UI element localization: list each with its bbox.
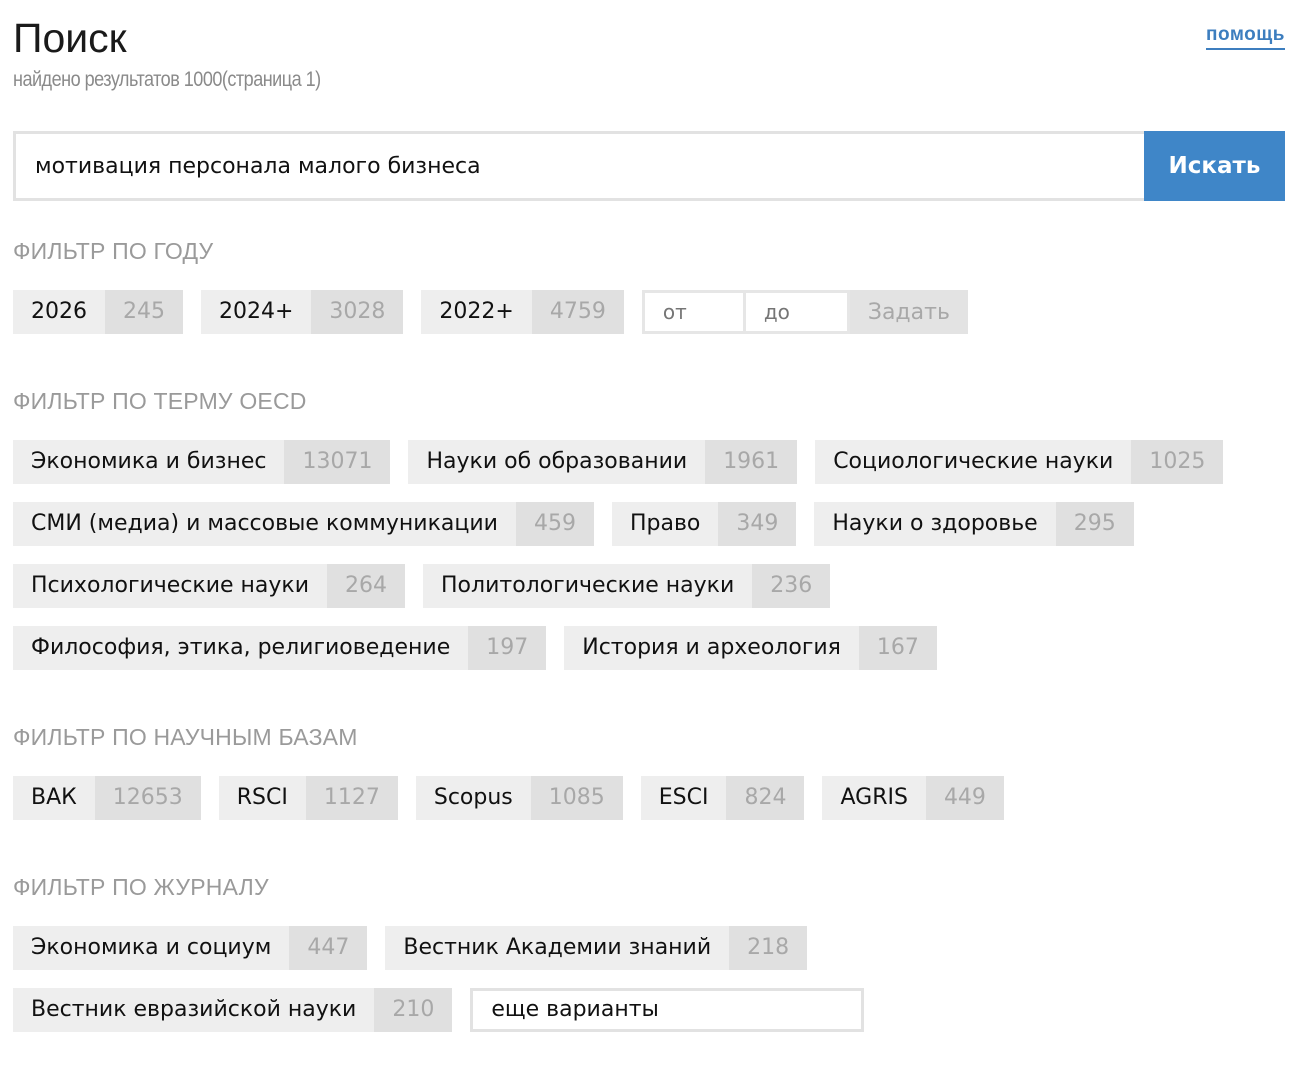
chip-count: 218 xyxy=(729,926,808,970)
search-input[interactable] xyxy=(13,131,1144,201)
chip-count: 3028 xyxy=(311,290,404,334)
journal-chip-academy-knowledge[interactable]: Вестник Академии знаний 218 xyxy=(385,926,808,970)
chip-label: Психологические науки xyxy=(13,564,328,608)
search-button[interactable]: Искать xyxy=(1144,131,1285,201)
db-filter-chips: ВАК 12653 RSCI 1127 Scopus 1085 ESCI 824… xyxy=(13,776,1004,820)
oecd-filter-row-4: Философия, этика, религиоведение 197 Ист… xyxy=(13,626,937,670)
page-title: Поиск xyxy=(13,15,127,61)
oecd-chip-philosophy[interactable]: Философия, этика, религиоведение 197 xyxy=(13,626,547,670)
chip-label: 2026 xyxy=(13,290,105,334)
oecd-chip-economics[interactable]: Экономика и бизнес 13071 xyxy=(13,440,391,484)
db-chip-agris[interactable]: AGRIS 449 xyxy=(822,776,1004,820)
chip-count: 349 xyxy=(718,502,797,546)
oecd-chip-sociology[interactable]: Социологические науки 1025 xyxy=(815,440,1224,484)
oecd-chip-politology[interactable]: Политологические науки 236 xyxy=(423,564,831,608)
chip-count: 1085 xyxy=(530,776,623,820)
db-chip-vak[interactable]: ВАК 12653 xyxy=(13,776,201,820)
chip-count: 459 xyxy=(515,502,594,546)
chip-count: 295 xyxy=(1055,502,1134,546)
journal-filter-title: ФИЛЬТР ПО ЖУРНАЛУ xyxy=(13,874,269,900)
chip-count: 1127 xyxy=(305,776,398,820)
chip-label: 2022+ xyxy=(421,290,532,334)
db-chip-scopus[interactable]: Scopus 1085 xyxy=(415,776,623,820)
chip-count: 1025 xyxy=(1131,440,1224,484)
chip-count: 167 xyxy=(858,626,937,670)
year-filter-chips: 2026 245 2024+ 3028 2022+ 4759 Задать xyxy=(13,290,968,334)
chip-label: Вестник евразийской науки xyxy=(13,988,375,1032)
journal-filter-row-1: Экономика и социум 447 Вестник Академии … xyxy=(13,926,808,970)
chip-label: 2024+ xyxy=(201,290,312,334)
chip-count: 824 xyxy=(726,776,805,820)
year-filter-title: ФИЛЬТР ПО ГОДУ xyxy=(13,238,214,264)
db-chip-esci[interactable]: ESCI 824 xyxy=(640,776,805,820)
journal-more-options-button[interactable]: еще варианты xyxy=(470,988,865,1032)
chip-count: 245 xyxy=(105,290,183,334)
chip-label: Философия, этика, религиоведение xyxy=(13,626,469,670)
chip-count: 236 xyxy=(752,564,831,608)
year-chip-2022-plus[interactable]: 2022+ 4759 xyxy=(421,290,624,334)
db-filter-title: ФИЛЬТР ПО НАУЧНЫМ БАЗАМ xyxy=(13,724,358,750)
help-link[interactable]: помощь xyxy=(1206,24,1285,50)
year-range-filter: Задать xyxy=(641,290,968,334)
page-header: Поиск помощь найдено результатов 1000(ст… xyxy=(13,0,1285,130)
year-to-input[interactable] xyxy=(745,290,850,334)
chip-label: Экономика и социум xyxy=(13,926,290,970)
chip-label: ВАК xyxy=(13,776,95,820)
chip-label: Право xyxy=(611,502,719,546)
chip-count: 197 xyxy=(468,626,547,670)
chip-count: 264 xyxy=(327,564,406,608)
chip-label: Науки о здоровье xyxy=(814,502,1056,546)
chip-label: Вестник Академии знаний xyxy=(385,926,730,970)
chip-label: Scopus xyxy=(415,776,531,820)
chip-label: Социологические науки xyxy=(815,440,1132,484)
results-count: найдено результатов 1000(страница 1) xyxy=(13,68,321,91)
chip-count: 12653 xyxy=(94,776,201,820)
year-chip-2026[interactable]: 2026 245 xyxy=(13,290,183,334)
chip-label: Политологические науки xyxy=(423,564,753,608)
oecd-filter-title: ФИЛЬТР ПО ТЕРМУ OECD xyxy=(13,388,307,414)
oecd-chip-education[interactable]: Науки об образовании 1961 xyxy=(408,440,798,484)
oecd-filter-row-1: Экономика и бизнес 13071 Науки об образо… xyxy=(13,440,1224,484)
journal-chip-economics-society[interactable]: Экономика и социум 447 xyxy=(13,926,368,970)
oecd-chip-psychology[interactable]: Психологические науки 264 xyxy=(13,564,406,608)
chip-label: ESCI xyxy=(640,776,727,820)
oecd-chip-health[interactable]: Науки о здоровье 295 xyxy=(814,502,1134,546)
db-chip-rsci[interactable]: RSCI 1127 xyxy=(218,776,398,820)
oecd-chip-media[interactable]: СМИ (медиа) и массовые коммуникации 459 xyxy=(13,502,594,546)
year-chip-2024-plus[interactable]: 2024+ 3028 xyxy=(201,290,404,334)
chip-count: 449 xyxy=(925,776,1004,820)
year-from-input[interactable] xyxy=(641,290,746,334)
journal-filter-row-2: Вестник евразийской науки 210 еще вариан… xyxy=(13,988,865,1032)
chip-label: СМИ (медиа) и массовые коммуникации xyxy=(13,502,516,546)
chip-count: 4759 xyxy=(531,290,624,334)
search-bar: Искать xyxy=(13,131,1285,201)
chip-label: AGRIS xyxy=(822,776,926,820)
search-page: Поиск помощь найдено результатов 1000(ст… xyxy=(13,0,1285,1032)
chip-label: История и археология xyxy=(564,626,859,670)
oecd-filter-row-2: СМИ (медиа) и массовые коммуникации 459 … xyxy=(13,502,1134,546)
oecd-filter-row-3: Психологические науки 264 Политологическ… xyxy=(13,564,831,608)
chip-count: 447 xyxy=(289,926,368,970)
oecd-chip-law[interactable]: Право 349 xyxy=(611,502,797,546)
oecd-chip-history[interactable]: История и археология 167 xyxy=(564,626,937,670)
chip-count: 1961 xyxy=(705,440,798,484)
chip-count: 210 xyxy=(374,988,453,1032)
chip-label: Экономика и бизнес xyxy=(13,440,285,484)
journal-chip-eurasian-science[interactable]: Вестник евразийской науки 210 xyxy=(13,988,453,1032)
chip-count: 13071 xyxy=(284,440,391,484)
chip-label: Науки об образовании xyxy=(408,440,706,484)
year-range-submit-button[interactable]: Задать xyxy=(849,290,968,334)
chip-label: RSCI xyxy=(218,776,306,820)
